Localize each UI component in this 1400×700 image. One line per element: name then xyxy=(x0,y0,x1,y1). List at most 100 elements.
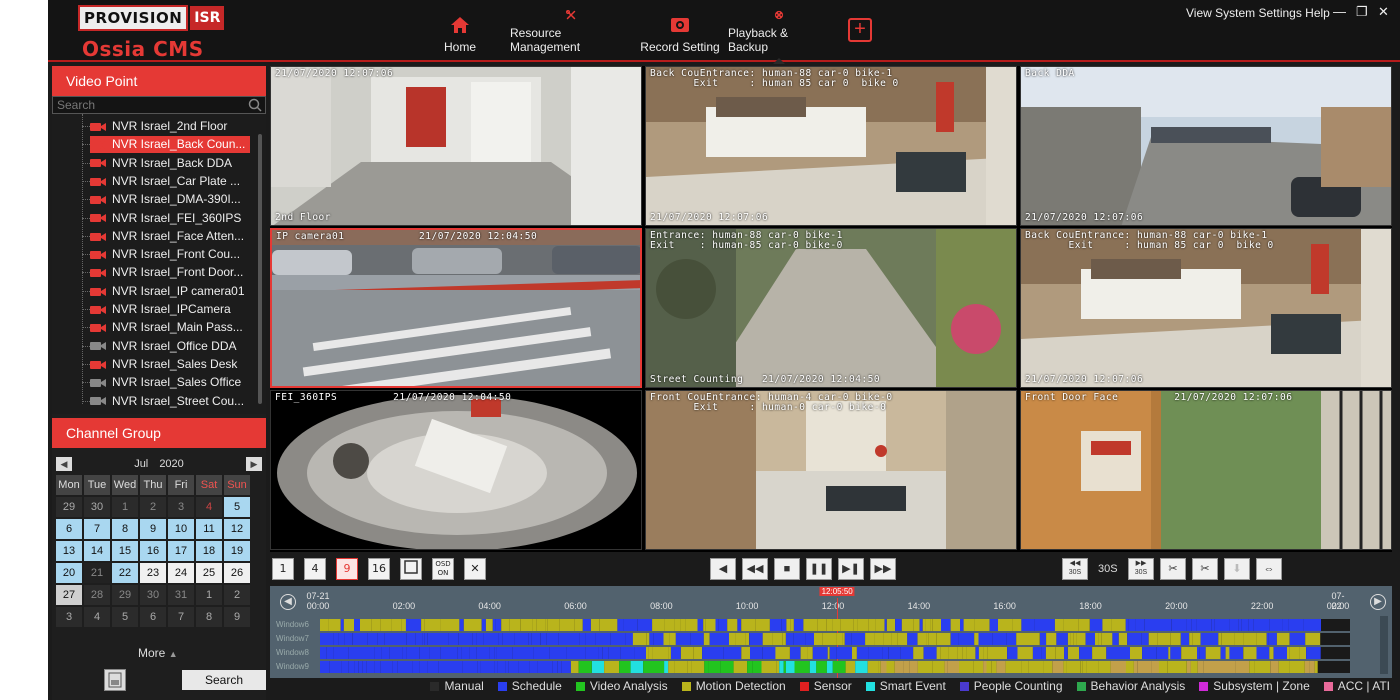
prev-frame-icon[interactable]: ◀ xyxy=(710,558,736,580)
calendar-day[interactable]: 15 xyxy=(112,541,138,561)
tree-scrollbar[interactable] xyxy=(258,134,262,404)
calendar-day[interactable]: 12 xyxy=(224,519,250,539)
video-tile[interactable]: Back DDA 21/07/2020 12:07:06 xyxy=(1020,66,1392,226)
close-all-icon[interactable]: ✕ xyxy=(464,558,486,580)
rewind-icon[interactable]: ◀◀ xyxy=(742,558,768,580)
calendar-day[interactable]: 7 xyxy=(84,519,110,539)
tree-item[interactable]: NVR Israel_Car Plate ... xyxy=(90,173,250,190)
tree-item[interactable]: NVR Israel_Street Cou... xyxy=(90,393,250,410)
calendar-day[interactable]: 4 xyxy=(84,607,110,627)
tree-item[interactable]: NVR Israel_2nd Floor xyxy=(90,118,250,135)
calendar-day[interactable]: 3 xyxy=(56,607,82,627)
tree-item[interactable]: NVR Israel_Main Pass... xyxy=(90,319,250,336)
tree-item[interactable]: NVR Israel_Front Door... xyxy=(90,264,250,281)
skip-back-button[interactable]: ◀◀ 30S xyxy=(1062,558,1088,580)
sync-icon[interactable]: ⇔ xyxy=(1256,558,1282,580)
video-tile[interactable]: IP camera01 21/07/2020 12:04:50 xyxy=(270,228,642,388)
calendar-day[interactable]: 18 xyxy=(196,541,222,561)
timeline-next-icon[interactable]: ▶ xyxy=(1370,594,1386,610)
calendar-day[interactable]: 29 xyxy=(112,585,138,605)
calendar-day[interactable]: 9 xyxy=(224,607,250,627)
calendar-day[interactable]: 26 xyxy=(224,563,250,583)
layout-9-button[interactable]: 9 xyxy=(336,558,358,580)
calendar-day[interactable]: 5 xyxy=(112,607,138,627)
calendar-day[interactable]: 30 xyxy=(140,585,166,605)
tree-item[interactable]: NVR Israel_IP camera01 xyxy=(90,283,250,300)
calendar-day[interactable]: 9 xyxy=(140,519,166,539)
fast-forward-icon[interactable]: ▶▶ xyxy=(870,558,896,580)
timeline-track[interactable] xyxy=(320,633,1350,645)
osd-toggle-button[interactable]: OSD ON xyxy=(432,558,454,580)
calendar-day[interactable]: 2 xyxy=(224,585,250,605)
timeline-row[interactable]: Window6 xyxy=(272,618,1380,631)
minimize-icon[interactable]: — xyxy=(1333,4,1346,19)
timeline-track[interactable] xyxy=(320,647,1350,659)
next-frame-icon[interactable]: ▶❚ xyxy=(838,558,864,580)
calendar-day[interactable]: 21 xyxy=(84,563,110,583)
timeline-scrollbar[interactable] xyxy=(1380,616,1388,674)
tree-item[interactable]: NVR Israel_Face Atten... xyxy=(90,228,250,245)
tree-item[interactable]: NVR Israel_Sales Desk xyxy=(90,356,250,373)
scissors-icon[interactable]: ✂ xyxy=(1192,558,1218,580)
skip-forward-button[interactable]: ▶▶ 30S xyxy=(1128,558,1154,580)
timeline-track[interactable] xyxy=(320,619,1350,631)
calendar-day[interactable]: 23 xyxy=(140,563,166,583)
tree-item[interactable]: NVR Israel_IPCamera xyxy=(90,301,250,318)
calendar-day[interactable]: 10 xyxy=(168,519,194,539)
video-point-header[interactable]: Video Point xyxy=(52,66,266,96)
search-icon[interactable] xyxy=(248,98,262,112)
calendar-day[interactable]: 7 xyxy=(168,607,194,627)
timeline-track[interactable] xyxy=(320,661,1350,673)
add-tab-button[interactable]: + xyxy=(848,18,872,42)
timeline[interactable]: ◀ ▶ 07-21 00:00 07-22 00:00 02:00 04:00 06… xyxy=(270,586,1392,678)
calendar-day[interactable]: 8 xyxy=(112,519,138,539)
search-button[interactable]: Search xyxy=(182,670,266,690)
calendar-day[interactable]: 8 xyxy=(196,607,222,627)
calendar-day[interactable]: 25 xyxy=(196,563,222,583)
search-input[interactable]: Search xyxy=(52,96,266,114)
calendar-day[interactable]: 28 xyxy=(84,585,110,605)
calendar-day[interactable]: 5 xyxy=(224,497,250,517)
tree-item[interactable]: NVR Israel_FEI_360IPS xyxy=(90,210,250,227)
close-icon[interactable]: ✕ xyxy=(1378,4,1389,20)
pause-icon[interactable]: ❚❚ xyxy=(806,558,832,580)
video-tile[interactable]: Back CouEntrance: human-88 car-0 bike-1 … xyxy=(1020,228,1392,388)
layout-4-button[interactable]: 4 xyxy=(304,558,326,580)
calendar-day[interactable]: 2 xyxy=(140,497,166,517)
calendar-day[interactable]: 19 xyxy=(224,541,250,561)
tree-item[interactable]: NVR Israel_DMA-390I... xyxy=(90,191,250,208)
calendar-prev-month[interactable]: ◀ xyxy=(56,457,72,471)
nav-playback-backup[interactable]: Playback & Backup xyxy=(728,10,830,64)
tree-item[interactable]: NVR Israel_Back DDA xyxy=(90,155,250,172)
layout-16-button[interactable]: 16 xyxy=(368,558,390,580)
timeline-prev-icon[interactable]: ◀ xyxy=(280,594,296,610)
timeline-row[interactable]: Window8 xyxy=(272,646,1380,659)
more-toggle[interactable]: More ▲ xyxy=(138,646,178,660)
channel-group-header[interactable]: Channel Group xyxy=(52,418,266,448)
calendar-day[interactable]: 1 xyxy=(196,585,222,605)
calendar-day[interactable]: 16 xyxy=(140,541,166,561)
tree-item[interactable]: NVR Israel_Sales Office xyxy=(90,374,250,391)
stop-icon[interactable]: ■ xyxy=(774,558,800,580)
timeline-row[interactable]: Window7 xyxy=(272,632,1380,645)
video-tile[interactable]: FEI_360IPS 21/07/2020 12:04:50 xyxy=(270,390,642,550)
calendar-day[interactable]: 14 xyxy=(84,541,110,561)
download-icon[interactable]: ⬇ xyxy=(1224,558,1250,580)
calendar-day[interactable]: 20 xyxy=(56,563,82,583)
video-tile[interactable]: Entrance: human-88 car-0 bike-1 Exit : hu… xyxy=(645,228,1017,388)
nav-resource-management[interactable]: Resource Management xyxy=(510,10,632,54)
system-menu[interactable]: View System Settings Help xyxy=(1186,6,1330,20)
layout-1-button[interactable]: 1 xyxy=(272,558,294,580)
calendar-day[interactable]: 4 xyxy=(196,497,222,517)
video-tile[interactable]: Front Door Face 21/07/2020 12:07:06 xyxy=(1020,390,1392,550)
video-tile[interactable]: 21/07/2020 12:07:06 2nd Floor xyxy=(270,66,642,226)
calendar-day[interactable]: 30 xyxy=(84,497,110,517)
calendar-day[interactable]: 31 xyxy=(168,585,194,605)
tree-item[interactable]: NVR Israel_Office DDA xyxy=(90,338,250,355)
calendar-day[interactable]: 24 xyxy=(168,563,194,583)
nav-record-setting[interactable]: Record Setting xyxy=(640,10,720,54)
calendar-day[interactable]: 6 xyxy=(140,607,166,627)
timeline-row[interactable]: Window9 xyxy=(272,660,1380,673)
calendar-day[interactable]: 13 xyxy=(56,541,82,561)
calendar-day[interactable]: 11 xyxy=(196,519,222,539)
